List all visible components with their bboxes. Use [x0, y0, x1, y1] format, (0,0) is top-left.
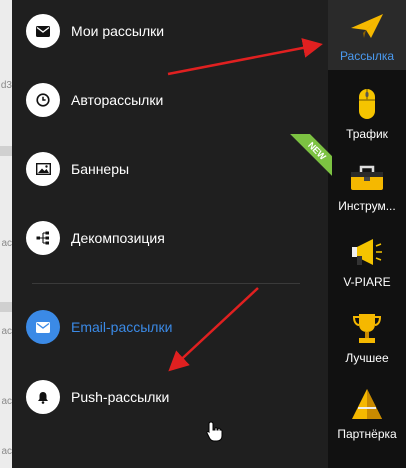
nav-item-mailing[interactable]: Рассылка [328, 0, 406, 70]
nav-item-tools[interactable]: Инструм... [328, 150, 406, 220]
menu-item-push-mailings[interactable]: Push-рассылки [26, 379, 316, 415]
paper-plane-icon [351, 14, 383, 38]
toolbox-icon [351, 165, 383, 190]
background-page: d3 ac ac ac ac [0, 0, 12, 468]
menu-item-decomposition[interactable]: Декомпозиция [26, 220, 316, 256]
envelope-icon [26, 310, 60, 344]
background-text-fragment: ac [1, 326, 12, 337]
image-icon [26, 152, 60, 186]
nav-item-partner[interactable]: Партнёрка [328, 378, 406, 448]
nav-item-label: Лучшее [345, 351, 389, 365]
background-divider [0, 302, 12, 312]
mouse-icon [359, 89, 375, 119]
right-navigation: Рассылка Трафик Инструм... V-PIARE Лучше… [328, 0, 406, 468]
nav-item-label: Трафик [346, 127, 388, 141]
menu-item-label: Декомпозиция [71, 230, 165, 246]
nav-item-label: Рассылка [339, 49, 395, 63]
pyramid-icon [352, 389, 382, 419]
menu-item-my-mailings[interactable]: Мои рассылки [26, 13, 316, 49]
menu-divider [32, 283, 300, 284]
background-text-fragment: ac [1, 446, 12, 457]
megaphone-icon [352, 239, 382, 265]
menu-item-label: Мои рассылки [71, 23, 165, 39]
menu-item-label: Баннеры [71, 161, 130, 177]
menu-item-label: Push-рассылки [71, 389, 170, 405]
new-badge-label: NEW [288, 134, 332, 178]
new-badge: NEW [288, 134, 332, 178]
nav-item-label: Партнёрка [337, 427, 397, 441]
nav-item-traffic[interactable]: Трафик [328, 78, 406, 148]
background-text-fragment: ac [1, 396, 12, 407]
nav-item-label: Инструм... [338, 199, 396, 213]
menu-item-label: Авторассылки [71, 92, 164, 108]
mailing-dropdown-menu: Мои рассылки Авторассылки Баннеры Декомп… [12, 0, 328, 468]
nav-item-v-piare[interactable]: V-PIARE [328, 226, 406, 296]
bell-icon [26, 380, 60, 414]
menu-item-email-mailings[interactable]: Email-рассылки [26, 309, 316, 345]
background-text-fragment: d3 [0, 80, 12, 91]
background-text-fragment: ac [1, 238, 12, 249]
menu-item-banners[interactable]: Баннеры [26, 151, 316, 187]
trophy-icon [352, 314, 382, 343]
envelope-icon [26, 14, 60, 48]
background-divider [0, 146, 12, 156]
clock-icon [26, 83, 60, 117]
menu-item-label: Email-рассылки [71, 319, 173, 335]
nav-item-best[interactable]: Лучшее [328, 302, 406, 372]
nav-item-label: V-PIARE [343, 275, 391, 289]
sitemap-icon [26, 221, 60, 255]
menu-item-autoresponders[interactable]: Авторассылки [26, 82, 316, 118]
